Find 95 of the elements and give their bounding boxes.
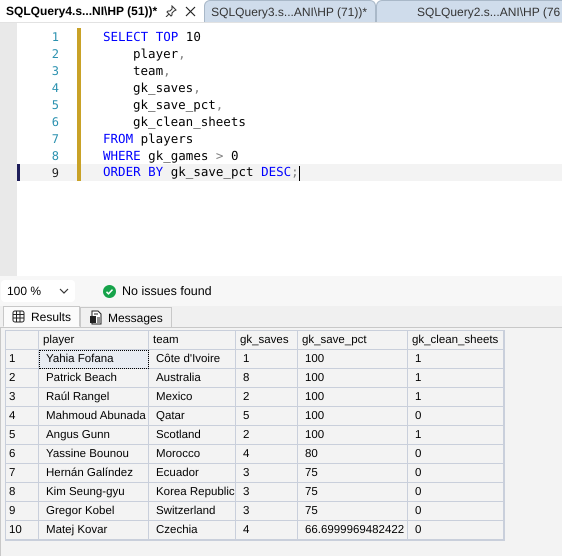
table-cell: Scotland (149, 426, 236, 445)
table-cell: Gregor Kobel (39, 502, 149, 521)
table-cell: 75 (298, 464, 408, 483)
row-number: 2 (6, 369, 39, 388)
grid-icon (12, 310, 25, 323)
line-number: 2 (50, 46, 60, 60)
check-circle-icon (103, 284, 116, 298)
code-line: ORDER BY gk_save_pct DESC; (103, 164, 300, 181)
table-cell: 3 (236, 502, 298, 521)
table-cell: 3 (236, 483, 298, 502)
chevron-down-icon (59, 288, 69, 294)
table-cell: 1 (408, 350, 504, 369)
line-number: 5 (50, 98, 60, 112)
table-cell: 100 (298, 407, 408, 426)
code-line: WHERE gk_games > 0 (103, 148, 238, 163)
results-tab[interactable]: Results (3, 306, 80, 327)
column-header: gk_save_pct (298, 331, 408, 350)
table-cell: Mahmoud Abunada (39, 407, 149, 426)
table-cell: 0 (408, 464, 504, 483)
table-cell: 0 (408, 502, 504, 521)
table-cell: 4 (236, 445, 298, 464)
zoom-dropdown[interactable]: 100 % (1, 280, 75, 302)
editor-tab[interactable]: SQLQuery3.s...ANI\HP (71))* (204, 0, 376, 22)
table-cell: Mexico (149, 388, 236, 407)
column-header: gk_saves (236, 331, 298, 350)
code-line: gk_save_pct, (132, 97, 224, 112)
table-cell: Angus Gunn (39, 426, 149, 445)
table-cell: Hernán Galíndez (39, 464, 149, 483)
close-icon[interactable] (185, 6, 196, 16)
results-tab[interactable]: Messages (80, 307, 172, 327)
row-number: 5 (6, 426, 39, 445)
table-cell: 100 (298, 350, 408, 369)
line-number: 9 (50, 166, 60, 180)
code-line: FROM players (103, 131, 194, 146)
code-line: gk_saves, (132, 80, 201, 95)
table-cell: 80 (298, 445, 408, 464)
table-cell: Morocco (149, 445, 236, 464)
row-number: 10 (6, 521, 39, 540)
table-cell: Qatar (149, 407, 236, 426)
status-text: No issues found (122, 284, 212, 298)
table-cell: Czechia (149, 521, 236, 540)
row-number: 6 (6, 445, 39, 464)
table-cell: 1 (408, 369, 504, 388)
table-cell: 100 (298, 388, 408, 407)
table-cell: Australia (149, 369, 236, 388)
table-cell: 100 (298, 369, 408, 388)
table-cell: 1 (408, 388, 504, 407)
table-cell: 2 (236, 426, 298, 445)
table-cell: Kim Seung-gyu (39, 483, 149, 502)
table-cell: 3 (236, 464, 298, 483)
table-cell: 2 (236, 388, 298, 407)
table-cell: Raúl Rangel (39, 388, 149, 407)
table-cell: 0 (408, 483, 504, 502)
table-cell: 4 (236, 521, 298, 540)
code-line: gk_clean_sheets (132, 114, 246, 129)
table-cell: 1 (236, 350, 298, 369)
row-number: 1 (6, 350, 39, 369)
table-cell: 5 (236, 407, 298, 426)
table-cell: Matej Kovar (39, 521, 149, 540)
line-number: 3 (50, 64, 60, 78)
code-line: SELECT TOP 10 (103, 29, 201, 44)
table-cell: Côte d'Ivoire (149, 350, 236, 369)
table-cell: 0 (408, 445, 504, 464)
line-number: 7 (50, 132, 60, 146)
table-cell: 100 (298, 426, 408, 445)
table-cell: 0 (408, 521, 504, 540)
pin-icon[interactable] (165, 5, 178, 17)
line-number: 4 (50, 80, 60, 94)
table-cell: Korea Republic (149, 483, 236, 502)
column-header: player (39, 331, 149, 350)
row-number: 3 (6, 388, 39, 407)
table-cell: 0 (408, 407, 504, 426)
table-cell: Yahia Fofana (39, 350, 149, 369)
table-cell: Patrick Beach (39, 369, 149, 388)
line-number: 8 (50, 148, 60, 162)
editor-tab[interactable]: SQLQuery2.s...ANI\HP (76 (376, 0, 562, 22)
row-number: 7 (6, 464, 39, 483)
table-cell: Switzerland (149, 502, 236, 521)
column-header: gk_clean_sheets (408, 331, 504, 350)
table-cell: Yassine Bounou (39, 445, 149, 464)
row-number: 9 (6, 502, 39, 521)
row-number: 8 (6, 483, 39, 502)
code-line: team, (132, 63, 171, 78)
line-number: 1 (50, 30, 60, 44)
table-cell: 66.6999969482422 (298, 521, 408, 540)
code-line: player, (132, 46, 186, 61)
line-number: 6 (50, 114, 60, 128)
table-cell: 75 (298, 483, 408, 502)
table-cell: 75 (298, 502, 408, 521)
document-icon (89, 310, 102, 325)
table-cell: 8 (236, 369, 298, 388)
table-cell: Ecuador (149, 464, 236, 483)
table-cell: 1 (408, 426, 504, 445)
column-header: team (149, 331, 236, 350)
row-number: 4 (6, 407, 39, 426)
